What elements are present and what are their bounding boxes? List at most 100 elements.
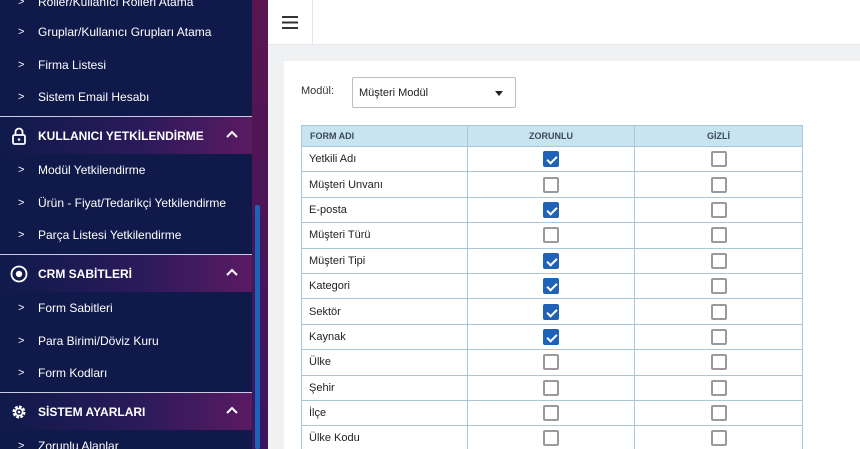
table-header-row: FORM ADI ZORUNLU GİZLİ <box>301 125 803 147</box>
field-name: Müşteri Türü <box>301 222 468 249</box>
hidden-checkbox[interactable] <box>710 303 727 320</box>
sidebar-scrollbar[interactable] <box>255 205 260 449</box>
hidden-cell <box>634 399 803 427</box>
hidden-checkbox[interactable] <box>710 328 727 345</box>
required-cell <box>467 247 635 274</box>
hidden-cell <box>634 272 803 300</box>
chevron-right-icon: > <box>18 164 25 176</box>
required-checkbox[interactable] <box>543 201 559 218</box>
chevron-up-icon <box>226 404 238 418</box>
required-checkbox[interactable] <box>543 303 559 320</box>
required-cell <box>467 222 635 249</box>
table-row: Müşteri Unvanı <box>301 171 803 198</box>
hidden-checkbox[interactable] <box>710 430 727 447</box>
hidden-cell <box>634 222 803 249</box>
top-bar <box>268 0 860 45</box>
caret-down-icon <box>495 91 503 96</box>
hidden-checkbox[interactable] <box>710 252 727 269</box>
sidebar-item-form-codes[interactable]: > Form Kodları <box>0 357 252 389</box>
sidebar-item-groups[interactable]: > Gruplar/Kullanıcı Grupları Atama <box>0 16 252 48</box>
chevron-right-icon: > <box>18 367 25 379</box>
required-checkbox[interactable] <box>543 151 559 168</box>
table-row: Müşteri Tipi <box>301 247 803 274</box>
chevron-right-icon: > <box>18 91 25 103</box>
table-row: Kategori <box>301 272 803 300</box>
table-row: Ülke Kodu <box>301 425 803 449</box>
sidebar-item-module-auth[interactable]: > Modül Yetkilendirme <box>0 154 252 186</box>
hidden-checkbox[interactable] <box>710 278 727 295</box>
required-cell <box>467 425 635 449</box>
hamburger-icon[interactable] <box>268 0 313 45</box>
field-name: Ülke Kodu <box>301 425 468 449</box>
required-checkbox[interactable] <box>543 430 559 447</box>
required-checkbox[interactable] <box>543 405 559 422</box>
chevron-right-icon: > <box>18 229 25 241</box>
field-name: Kaynak <box>301 323 468 351</box>
chevron-right-icon: > <box>18 197 25 209</box>
table-row: Ülke <box>301 349 803 376</box>
required-checkbox[interactable] <box>543 278 559 295</box>
hidden-cell <box>634 323 803 351</box>
sidebar: > Roller/Kullanıcı Rolleri Atama > Grupl… <box>0 0 252 449</box>
module-select[interactable]: Müşteri Modül <box>352 77 516 108</box>
sidebar-item-label: Form Sabitleri <box>38 301 113 315</box>
required-cell <box>467 171 635 198</box>
field-name: Sektör <box>301 298 468 325</box>
hidden-checkbox[interactable] <box>710 201 727 218</box>
section-crm-constants[interactable]: CRM SABİTLERİ <box>0 254 252 292</box>
required-checkbox[interactable] <box>543 354 559 371</box>
required-checkbox[interactable] <box>543 379 559 396</box>
required-checkbox[interactable] <box>543 328 559 345</box>
section-system-settings[interactable]: SİSTEM AYARLARI <box>0 392 252 430</box>
sidebar-item-product-auth[interactable]: > Ürün - Fiyat/Tedarikçi Yetkilendirme <box>0 187 252 219</box>
sidebar-item-label: Parça Listesi Yetkilendirme <box>38 228 182 242</box>
field-name: Yetkili Adı <box>301 145 468 173</box>
sidebar-item-label: Gruplar/Kullanıcı Grupları Atama <box>38 25 212 39</box>
sidebar-item-label: Firma Listesi <box>38 58 107 72</box>
hidden-checkbox[interactable] <box>710 227 727 244</box>
sidebar-item-email[interactable]: > Sistem Email Hesabı <box>0 81 252 113</box>
sidebar-item-firms[interactable]: > Firma Listesi <box>0 49 252 81</box>
lock-icon <box>0 127 38 145</box>
chevron-right-icon: > <box>18 440 25 449</box>
field-name: İlçe <box>301 399 468 427</box>
hidden-cell <box>634 196 803 224</box>
required-cell <box>467 145 635 173</box>
hidden-checkbox[interactable] <box>710 176 727 193</box>
sidebar-item-label: Para Birimi/Döviz Kuru <box>38 334 159 348</box>
table-row: Müşteri Türü <box>301 222 803 249</box>
required-checkbox[interactable] <box>543 252 559 269</box>
sidebar-item-label: Zorunlu Alanlar <box>38 439 119 449</box>
required-checkbox[interactable] <box>543 227 559 244</box>
table-row: Sektör <box>301 298 803 325</box>
hidden-cell <box>634 247 803 274</box>
chevron-right-icon: > <box>18 59 25 71</box>
table-row: Şehir <box>301 374 803 401</box>
hidden-checkbox[interactable] <box>710 405 727 422</box>
required-cell <box>467 323 635 351</box>
section-title: SİSTEM AYARLARI <box>38 404 146 419</box>
required-cell <box>467 196 635 224</box>
sidebar-item-parts-auth[interactable]: > Parça Listesi Yetkilendirme <box>0 219 252 251</box>
required-checkbox[interactable] <box>543 176 559 193</box>
hidden-cell <box>634 425 803 449</box>
chevron-up-icon <box>226 266 238 280</box>
chevron-right-icon: > <box>18 0 25 8</box>
required-fields-table: FORM ADI ZORUNLU GİZLİ Yetkili Adı Müşter… <box>301 125 803 449</box>
section-title: CRM SABİTLERİ <box>38 266 132 281</box>
sidebar-item-currency[interactable]: > Para Birimi/Döviz Kuru <box>0 325 252 357</box>
hidden-checkbox[interactable] <box>710 151 727 168</box>
sidebar-item-form-constants[interactable]: > Form Sabitleri <box>0 292 252 324</box>
chevron-right-icon: > <box>18 26 25 38</box>
section-user-authorization[interactable]: KULLANICI YETKİLENDİRME <box>0 116 252 154</box>
table-row: İlçe <box>301 399 803 427</box>
hidden-checkbox[interactable] <box>710 379 727 396</box>
col-header-hidden: GİZLİ <box>634 125 803 147</box>
field-name: Müşteri Unvanı <box>301 171 468 198</box>
required-cell <box>467 374 635 401</box>
chevron-up-icon <box>226 128 238 142</box>
sidebar-item-required-fields[interactable]: > Zorunlu Alanlar <box>0 430 252 449</box>
hidden-checkbox[interactable] <box>710 354 727 371</box>
field-name: E-posta <box>301 196 468 224</box>
field-name: Ülke <box>301 349 468 376</box>
